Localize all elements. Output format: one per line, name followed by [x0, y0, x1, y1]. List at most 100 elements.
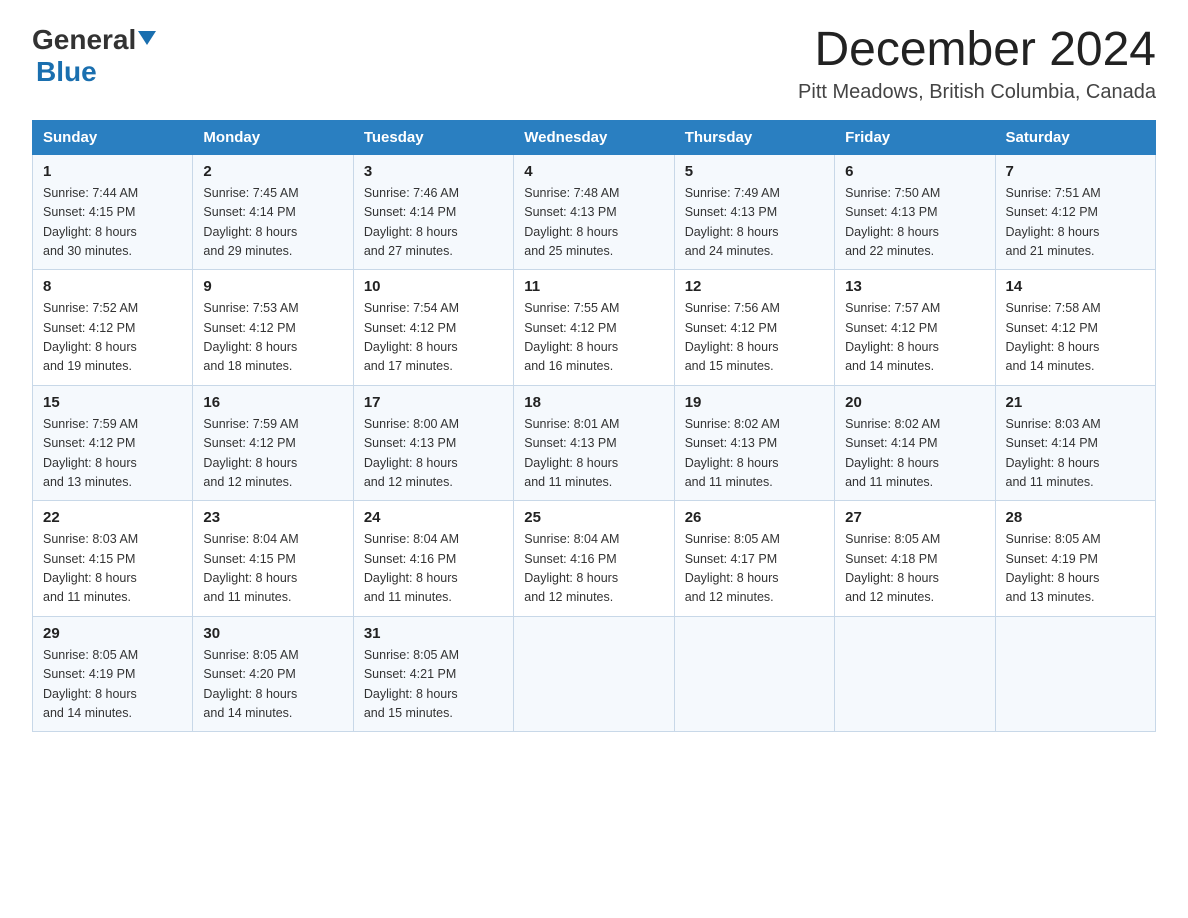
- day-number: 16: [203, 394, 342, 411]
- day-detail: Sunrise: 7:46 AMSunset: 4:14 PMDaylight:…: [364, 186, 459, 258]
- calendar-cell: 19 Sunrise: 8:02 AMSunset: 4:13 PMDaylig…: [674, 385, 834, 501]
- day-detail: Sunrise: 8:02 AMSunset: 4:14 PMDaylight:…: [845, 417, 940, 489]
- day-number: 28: [1006, 509, 1145, 526]
- calendar-cell: 1 Sunrise: 7:44 AMSunset: 4:15 PMDayligh…: [33, 154, 193, 270]
- day-number: 29: [43, 625, 182, 642]
- calendar-cell: 15 Sunrise: 7:59 AMSunset: 4:12 PMDaylig…: [33, 385, 193, 501]
- col-header-friday: Friday: [835, 120, 995, 154]
- day-number: 2: [203, 163, 342, 180]
- day-detail: Sunrise: 8:05 AMSunset: 4:21 PMDaylight:…: [364, 648, 459, 720]
- day-detail: Sunrise: 7:55 AMSunset: 4:12 PMDaylight:…: [524, 301, 619, 373]
- month-title: December 2024: [798, 24, 1156, 77]
- day-number: 14: [1006, 278, 1145, 295]
- day-detail: Sunrise: 8:02 AMSunset: 4:13 PMDaylight:…: [685, 417, 780, 489]
- day-detail: Sunrise: 7:48 AMSunset: 4:13 PMDaylight:…: [524, 186, 619, 258]
- day-number: 18: [524, 394, 663, 411]
- calendar-cell: 17 Sunrise: 8:00 AMSunset: 4:13 PMDaylig…: [353, 385, 513, 501]
- location-subtitle: Pitt Meadows, British Columbia, Canada: [798, 81, 1156, 104]
- calendar-cell: 14 Sunrise: 7:58 AMSunset: 4:12 PMDaylig…: [995, 270, 1155, 386]
- calendar-cell: [514, 616, 674, 732]
- day-detail: Sunrise: 7:49 AMSunset: 4:13 PMDaylight:…: [685, 186, 780, 258]
- day-number: 13: [845, 278, 984, 295]
- day-detail: Sunrise: 7:54 AMSunset: 4:12 PMDaylight:…: [364, 301, 459, 373]
- day-detail: Sunrise: 8:05 AMSunset: 4:19 PMDaylight:…: [43, 648, 138, 720]
- day-number: 30: [203, 625, 342, 642]
- day-detail: Sunrise: 8:00 AMSunset: 4:13 PMDaylight:…: [364, 417, 459, 489]
- logo-blue-text: Blue: [36, 56, 97, 87]
- calendar-cell: 23 Sunrise: 8:04 AMSunset: 4:15 PMDaylig…: [193, 501, 353, 617]
- day-detail: Sunrise: 7:44 AMSunset: 4:15 PMDaylight:…: [43, 186, 138, 258]
- day-detail: Sunrise: 7:50 AMSunset: 4:13 PMDaylight:…: [845, 186, 940, 258]
- calendar-cell: 8 Sunrise: 7:52 AMSunset: 4:12 PMDayligh…: [33, 270, 193, 386]
- day-detail: Sunrise: 7:59 AMSunset: 4:12 PMDaylight:…: [43, 417, 138, 489]
- day-detail: Sunrise: 8:05 AMSunset: 4:17 PMDaylight:…: [685, 532, 780, 604]
- day-number: 10: [364, 278, 503, 295]
- col-header-sunday: Sunday: [33, 120, 193, 154]
- day-number: 11: [524, 278, 663, 295]
- day-number: 24: [364, 509, 503, 526]
- calendar-cell: 25 Sunrise: 8:04 AMSunset: 4:16 PMDaylig…: [514, 501, 674, 617]
- calendar-cell: 30 Sunrise: 8:05 AMSunset: 4:20 PMDaylig…: [193, 616, 353, 732]
- day-detail: Sunrise: 8:05 AMSunset: 4:19 PMDaylight:…: [1006, 532, 1101, 604]
- calendar-week-row: 22 Sunrise: 8:03 AMSunset: 4:15 PMDaylig…: [33, 501, 1156, 617]
- day-detail: Sunrise: 8:01 AMSunset: 4:13 PMDaylight:…: [524, 417, 619, 489]
- calendar-cell: 31 Sunrise: 8:05 AMSunset: 4:21 PMDaylig…: [353, 616, 513, 732]
- day-number: 8: [43, 278, 182, 295]
- day-detail: Sunrise: 8:03 AMSunset: 4:15 PMDaylight:…: [43, 532, 138, 604]
- calendar-week-row: 15 Sunrise: 7:59 AMSunset: 4:12 PMDaylig…: [33, 385, 1156, 501]
- title-block: December 2024 Pitt Meadows, British Colu…: [798, 24, 1156, 104]
- calendar-cell: 20 Sunrise: 8:02 AMSunset: 4:14 PMDaylig…: [835, 385, 995, 501]
- calendar-header-row: SundayMondayTuesdayWednesdayThursdayFrid…: [33, 120, 1156, 154]
- calendar-cell: 10 Sunrise: 7:54 AMSunset: 4:12 PMDaylig…: [353, 270, 513, 386]
- calendar-cell: 28 Sunrise: 8:05 AMSunset: 4:19 PMDaylig…: [995, 501, 1155, 617]
- day-detail: Sunrise: 8:03 AMSunset: 4:14 PMDaylight:…: [1006, 417, 1101, 489]
- day-detail: Sunrise: 8:04 AMSunset: 4:15 PMDaylight:…: [203, 532, 298, 604]
- page-header: General Blue December 2024 Pitt Meadows,…: [32, 24, 1156, 104]
- day-number: 31: [364, 625, 503, 642]
- day-number: 4: [524, 163, 663, 180]
- calendar-cell: 2 Sunrise: 7:45 AMSunset: 4:14 PMDayligh…: [193, 154, 353, 270]
- calendar-cell: 5 Sunrise: 7:49 AMSunset: 4:13 PMDayligh…: [674, 154, 834, 270]
- col-header-saturday: Saturday: [995, 120, 1155, 154]
- calendar-cell: [995, 616, 1155, 732]
- day-number: 1: [43, 163, 182, 180]
- day-number: 21: [1006, 394, 1145, 411]
- calendar-cell: 29 Sunrise: 8:05 AMSunset: 4:19 PMDaylig…: [33, 616, 193, 732]
- day-number: 6: [845, 163, 984, 180]
- calendar-cell: [674, 616, 834, 732]
- calendar-week-row: 29 Sunrise: 8:05 AMSunset: 4:19 PMDaylig…: [33, 616, 1156, 732]
- day-detail: Sunrise: 7:57 AMSunset: 4:12 PMDaylight:…: [845, 301, 940, 373]
- calendar-cell: 18 Sunrise: 8:01 AMSunset: 4:13 PMDaylig…: [514, 385, 674, 501]
- calendar-cell: [835, 616, 995, 732]
- col-header-thursday: Thursday: [674, 120, 834, 154]
- day-detail: Sunrise: 8:04 AMSunset: 4:16 PMDaylight:…: [364, 532, 459, 604]
- calendar-table: SundayMondayTuesdayWednesdayThursdayFrid…: [32, 120, 1156, 733]
- day-number: 3: [364, 163, 503, 180]
- logo: General Blue: [32, 24, 156, 88]
- day-detail: Sunrise: 7:52 AMSunset: 4:12 PMDaylight:…: [43, 301, 138, 373]
- col-header-tuesday: Tuesday: [353, 120, 513, 154]
- calendar-cell: 11 Sunrise: 7:55 AMSunset: 4:12 PMDaylig…: [514, 270, 674, 386]
- day-detail: Sunrise: 8:05 AMSunset: 4:18 PMDaylight:…: [845, 532, 940, 604]
- calendar-cell: 6 Sunrise: 7:50 AMSunset: 4:13 PMDayligh…: [835, 154, 995, 270]
- day-number: 22: [43, 509, 182, 526]
- logo-general-text: General: [32, 24, 136, 56]
- day-detail: Sunrise: 7:56 AMSunset: 4:12 PMDaylight:…: [685, 301, 780, 373]
- calendar-cell: 24 Sunrise: 8:04 AMSunset: 4:16 PMDaylig…: [353, 501, 513, 617]
- day-detail: Sunrise: 7:53 AMSunset: 4:12 PMDaylight:…: [203, 301, 298, 373]
- calendar-cell: 7 Sunrise: 7:51 AMSunset: 4:12 PMDayligh…: [995, 154, 1155, 270]
- calendar-cell: 12 Sunrise: 7:56 AMSunset: 4:12 PMDaylig…: [674, 270, 834, 386]
- calendar-week-row: 1 Sunrise: 7:44 AMSunset: 4:15 PMDayligh…: [33, 154, 1156, 270]
- day-detail: Sunrise: 7:58 AMSunset: 4:12 PMDaylight:…: [1006, 301, 1101, 373]
- calendar-cell: 13 Sunrise: 7:57 AMSunset: 4:12 PMDaylig…: [835, 270, 995, 386]
- day-number: 5: [685, 163, 824, 180]
- day-number: 19: [685, 394, 824, 411]
- day-detail: Sunrise: 7:45 AMSunset: 4:14 PMDaylight:…: [203, 186, 298, 258]
- calendar-cell: 21 Sunrise: 8:03 AMSunset: 4:14 PMDaylig…: [995, 385, 1155, 501]
- col-header-monday: Monday: [193, 120, 353, 154]
- calendar-cell: 16 Sunrise: 7:59 AMSunset: 4:12 PMDaylig…: [193, 385, 353, 501]
- day-number: 15: [43, 394, 182, 411]
- day-number: 27: [845, 509, 984, 526]
- day-number: 23: [203, 509, 342, 526]
- day-number: 9: [203, 278, 342, 295]
